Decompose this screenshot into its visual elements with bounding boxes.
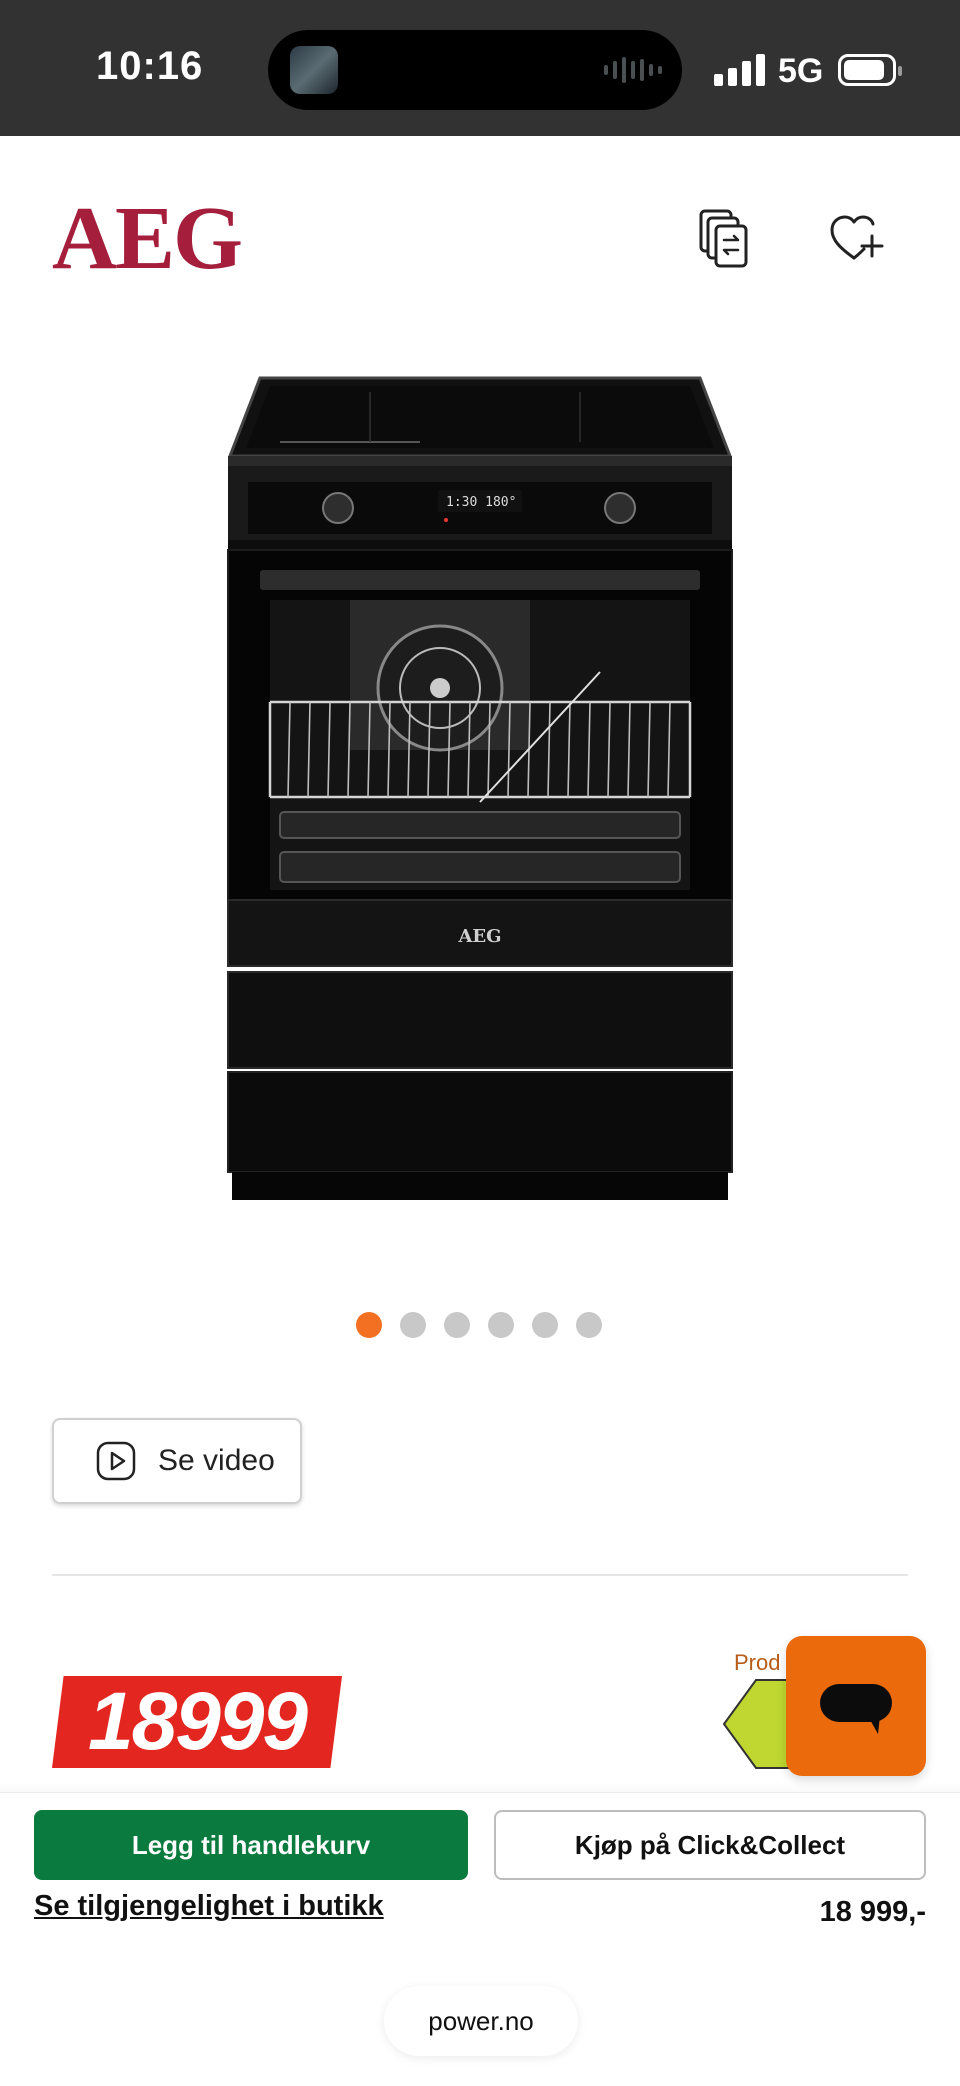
play-icon — [96, 1441, 136, 1481]
carousel-dots — [356, 1312, 602, 1338]
compare-icon[interactable] — [698, 208, 750, 270]
brand-logo[interactable]: AEG — [52, 194, 243, 284]
live-activity-icon — [290, 46, 338, 94]
status-bar: 10:16 5G — [0, 0, 960, 136]
chat-icon — [820, 1684, 892, 1734]
wishlist-add-icon[interactable] — [828, 212, 884, 264]
product-logo-text: AEG — [457, 926, 501, 947]
carousel-dot[interactable] — [356, 1312, 382, 1338]
carousel-dot[interactable] — [444, 1312, 470, 1338]
store-availability-link[interactable]: Se tilgjengelighet i butikk — [34, 1890, 384, 1923]
click-and-collect-button[interactable]: Kjøp på Click&Collect — [494, 1810, 926, 1880]
add-to-cart-button[interactable]: Legg til handlekurv — [34, 1810, 468, 1880]
carousel-dot[interactable] — [488, 1312, 514, 1338]
price-formatted: 18 999,- — [819, 1896, 926, 1928]
price-amount: 18999 — [87, 1676, 308, 1767]
chat-button[interactable] — [786, 1636, 926, 1776]
carousel-dot[interactable] — [576, 1312, 602, 1338]
carousel-dot[interactable] — [532, 1312, 558, 1338]
dynamic-island[interactable] — [268, 30, 682, 110]
audio-wave-icon — [604, 54, 662, 86]
price-tag: 18999 — [52, 1676, 342, 1768]
status-time: 10:16 — [96, 44, 204, 88]
product-image[interactable]: 1:30 180° AEG — [220, 372, 740, 1202]
signal-icon — [714, 52, 765, 86]
browser-url-bar[interactable]: power.no — [384, 1986, 578, 2056]
divider — [52, 1574, 908, 1576]
network-type: 5G — [778, 52, 824, 90]
see-video-label: Se video — [158, 1444, 275, 1477]
carousel-dot[interactable] — [400, 1312, 426, 1338]
svg-text:1:30 180°: 1:30 180° — [446, 495, 516, 510]
see-video-button[interactable]: Se video — [52, 1418, 302, 1504]
energy-label-caption: Prod — [734, 1650, 781, 1675]
battery-icon — [838, 54, 902, 86]
